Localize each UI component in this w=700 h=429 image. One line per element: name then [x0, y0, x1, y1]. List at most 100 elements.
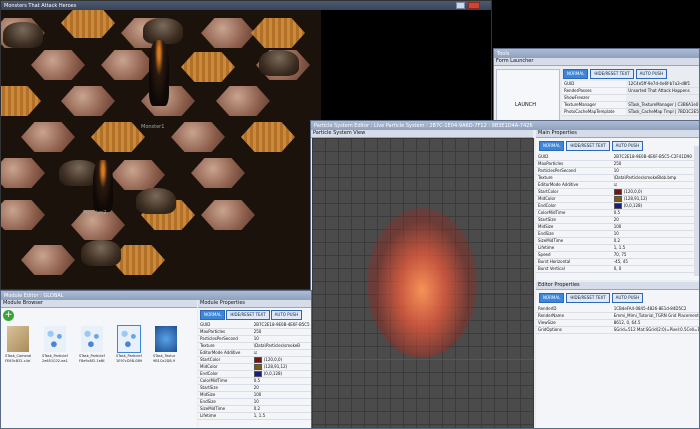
property-row[interactable]: RenderName Emmi_Mimi_Tutorial_TGRN Grid P…	[536, 312, 699, 320]
property-value[interactable]: ☑	[611, 181, 699, 189]
property-value[interactable]: 2B7C2E18-9E0B-4E6F-B5C5-C2F41D90	[611, 154, 699, 161]
property-row[interactable]: ColorMidTime 0.5	[536, 209, 699, 217]
property-row[interactable]: ParticlesPerSecond 10	[536, 167, 699, 175]
particle-module-icon[interactable]	[81, 326, 103, 352]
property-row[interactable]: StartColor (120,0,0)	[198, 356, 311, 364]
property-value[interactable]: 10	[251, 398, 311, 406]
property-value[interactable]: ☑	[251, 349, 311, 357]
property-row[interactable]: ViewSize 8612, 0, 64.5	[536, 319, 699, 327]
props-scrollbar[interactable]	[694, 146, 699, 276]
property-row[interactable]: MaxParticles 250	[198, 328, 311, 336]
add-module-button[interactable]: +	[3, 310, 14, 321]
launch-button[interactable]: LAUNCH	[515, 102, 536, 108]
property-value[interactable]: 0, 0	[611, 265, 699, 273]
property-value[interactable]: 10	[611, 230, 699, 238]
property-value[interactable]: 1, 1.5	[251, 412, 311, 420]
property-row[interactable]: MidColor (128,91,12)	[198, 363, 311, 371]
property-row[interactable]: Speed 70, 75	[536, 251, 699, 259]
property-row[interactable]: GridOptions SGrid=512 Mat:SGrid(2:0)=Pixe…	[536, 326, 699, 334]
property-value[interactable]: (128,91,12)	[251, 363, 311, 371]
close-button[interactable]	[468, 2, 480, 9]
property-value[interactable]: 1, 1.5	[611, 244, 699, 252]
property-value[interactable]: SGrid=512 Mat:SGrid(2:0)=Pixel:0.5Cell=1…	[611, 326, 699, 334]
property-row[interactable]: MidColor (128,91,12)	[536, 195, 699, 203]
property-value[interactable]: 10	[611, 167, 699, 175]
tool-window-titlebar[interactable]: Tools	[494, 49, 699, 58]
color-swatch-icon[interactable]	[253, 371, 262, 377]
property-row[interactable]: ColorMidTime 0.5	[198, 377, 311, 385]
property-value[interactable]: 8612, 0, 64.5	[611, 319, 699, 327]
game-window-titlebar[interactable]: Monsters That Attack Heroes	[1, 1, 491, 10]
camera-module-icon[interactable]	[7, 326, 29, 352]
property-row[interactable]: EndColor (0,0,128)	[198, 370, 311, 378]
property-row[interactable]: EndSize 10	[536, 230, 699, 238]
property-value[interactable]: 2B7C2E18-9E0B-4E6F-B5C5	[251, 322, 311, 329]
property-row[interactable]: SizeMidTime 0.2	[536, 237, 699, 245]
property-value[interactable]: (128,91,12)	[611, 195, 699, 203]
property-value[interactable]: STask_CacheMap Tmpl | 7BD1C2E5	[626, 108, 699, 116]
minimize-button[interactable]	[456, 2, 465, 9]
property-value[interactable]: STask_TextureManager | C3B6A1e0	[626, 101, 699, 109]
normal-button[interactable]: NORMAL	[200, 310, 226, 320]
property-value[interactable]: 20	[611, 216, 699, 224]
monster-character[interactable]	[149, 40, 169, 106]
property-row[interactable]: EditorMode Additive ☑	[536, 181, 699, 189]
property-row[interactable]: EndSize 10	[198, 398, 311, 406]
property-value[interactable]: 10	[251, 335, 311, 343]
property-row[interactable]: Lifetime 1, 1.5	[198, 412, 311, 420]
property-row[interactable]: ParticlesPerSecond 10	[198, 335, 311, 343]
property-value[interactable]: Emmi_Mimi_Tutorial_TGRN Grid Placement	[611, 312, 699, 320]
color-swatch-icon[interactable]	[613, 189, 622, 195]
property-value[interactable]: 250	[251, 328, 311, 336]
particle-module-icon[interactable]	[117, 325, 141, 353]
normal-button[interactable]: NORMAL	[539, 141, 565, 151]
property-row[interactable]: MidSize 100	[536, 223, 699, 231]
texture-module-icon[interactable]	[155, 326, 177, 352]
auto-push-button[interactable]: AUTO PUSH	[635, 69, 668, 79]
property-row[interactable]: SizeMidTime 0.2	[198, 405, 311, 413]
property-value[interactable]: 0.5	[611, 209, 699, 217]
property-row[interactable]: TextureManager STask_TextureManager | C3B…	[562, 101, 699, 109]
normal-button[interactable]: NORMAL	[563, 69, 589, 79]
property-row[interactable]: MaxParticles 250	[536, 160, 699, 168]
particle-editor-titlebar[interactable]: Particle System Editor : Live Particle S…	[311, 121, 699, 130]
property-value[interactable]: 12C4e5ff-9e7d-4e6f-b7a3-d8f1	[626, 81, 699, 88]
property-value[interactable]: (120,0,0)	[611, 188, 699, 196]
property-row[interactable]: MidSize 100	[198, 391, 311, 399]
color-swatch-icon[interactable]	[253, 357, 262, 363]
hide-reset-text-button[interactable]: HIDE/RESET TEXT	[566, 293, 610, 303]
property-row[interactable]: StartColor (120,0,0)	[536, 188, 699, 196]
property-value[interactable]: \Data\Particles\smokeBlob.bmp	[611, 174, 699, 182]
hide-reset-text-button[interactable]: HIDE/RESET TEXT	[566, 141, 610, 151]
particle-module-icon[interactable]	[44, 326, 66, 352]
property-row[interactable]: RenderPasses Unsorted That Attack Happens	[562, 87, 699, 95]
property-value[interactable]: 70, 75	[611, 251, 699, 259]
property-row[interactable]: EditorMode Additive ☑	[198, 349, 311, 357]
property-value[interactable]: -45, 45	[611, 258, 699, 266]
game-viewport[interactable]: Monster1 Monster2	[1, 10, 321, 289]
property-row[interactable]: Lifetime 1, 1.5	[536, 244, 699, 252]
property-row[interactable]: PhotoCacheMapTemplate STask_CacheMap Tmpl…	[562, 108, 699, 116]
property-row[interactable]: StartSize 20	[536, 216, 699, 224]
property-value[interactable]: (0,0,128)	[251, 370, 311, 378]
color-swatch-icon[interactable]	[613, 196, 622, 202]
property-row[interactable]: EndColor (0,0,128)	[536, 202, 699, 210]
property-value[interactable]: Unsorted That Attack Happens	[626, 87, 699, 95]
property-value[interactable]: (0,0,128)	[611, 202, 699, 210]
property-value[interactable]: 100	[251, 391, 311, 399]
property-value[interactable]	[626, 94, 699, 102]
property-value[interactable]: 1CBdeFA4-0845-4826-8E1d-84D5C2	[611, 306, 699, 313]
color-swatch-icon[interactable]	[253, 364, 262, 370]
color-swatch-icon[interactable]	[613, 203, 622, 209]
property-value[interactable]: 20	[251, 384, 311, 392]
property-row[interactable]: Texture \Data\Particles\smokeB	[198, 342, 311, 350]
property-value[interactable]: 0.5	[251, 377, 311, 385]
property-row[interactable]: Texture \Data\Particles\smokeBlob.bmp	[536, 174, 699, 182]
normal-button[interactable]: NORMAL	[539, 293, 565, 303]
property-row[interactable]: Burst Vertical 0, 0	[536, 265, 699, 273]
particle-system-view[interactable]	[312, 138, 534, 428]
property-value[interactable]: 250	[611, 160, 699, 168]
auto-push-button[interactable]: AUTO PUSH	[611, 141, 644, 151]
property-value[interactable]: 0.2	[611, 237, 699, 245]
property-value[interactable]: (120,0,0)	[251, 356, 311, 364]
